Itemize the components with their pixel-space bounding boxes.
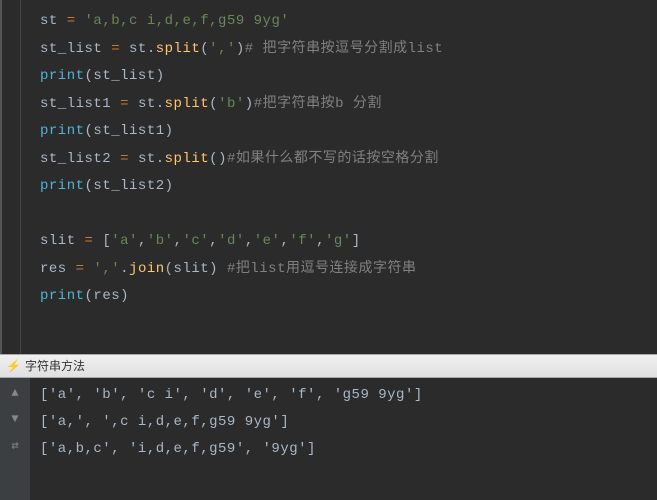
code-token: #把list用逗号连接成字符串 <box>227 261 417 277</box>
lightning-icon: ⚡ <box>6 354 21 378</box>
code-editor[interactable]: st = 'a,b,c i,d,e,f,g59 9yg'st_list = st… <box>0 0 657 354</box>
code-line[interactable]: print(st_list1) <box>10 118 657 146</box>
code-line[interactable]: res = ','.join(slit) #把list用逗号连接成字符串 <box>10 256 657 284</box>
code-line[interactable]: print(res) <box>10 283 657 311</box>
output-line: ['a,b,c', 'i,d,e,f,g59', '9yg'] <box>40 436 647 463</box>
code-token: st_list <box>40 41 111 57</box>
code-token: print <box>40 68 85 84</box>
code-token: #把字符串按b 分割 <box>254 96 382 112</box>
code-token: 'a' <box>111 233 138 249</box>
code-line[interactable]: st = 'a,b,c i,d,e,f,g59 9yg' <box>10 8 657 36</box>
code-line[interactable]: st_list2 = st.split()#如果什么都不写的话按空格分割 <box>10 146 657 174</box>
code-token: st. <box>129 41 156 57</box>
code-token: ( <box>209 96 218 112</box>
run-tab-label[interactable]: 字符串方法 <box>25 354 85 378</box>
code-line[interactable]: print(st_list2) <box>10 173 657 201</box>
code-token: = <box>120 151 138 167</box>
code-token: st_list2 <box>40 151 120 167</box>
code-line[interactable]: st_list1 = st.split('b')#把字符串按b 分割 <box>10 91 657 119</box>
code-token: (st_list2) <box>85 178 174 194</box>
code-token: slit <box>40 233 85 249</box>
code-token: , <box>138 233 147 249</box>
code-token: , <box>316 233 325 249</box>
code-token: (slit) <box>165 261 227 277</box>
code-token: = <box>120 96 138 112</box>
code-token: ) <box>245 96 254 112</box>
code-token: print <box>40 288 85 304</box>
code-line[interactable]: print(st_list) <box>10 63 657 91</box>
code-token: 'e' <box>254 233 281 249</box>
code-token: (st_list1) <box>85 123 174 139</box>
run-tab-bar: ⚡ 字符串方法 <box>0 354 657 378</box>
code-line[interactable]: st_list = st.split(',')# 把字符串按逗号分割成list <box>10 36 657 64</box>
code-token: = <box>67 13 85 29</box>
code-token: . <box>120 261 129 277</box>
code-token: () <box>209 151 227 167</box>
output-panel: ▲ ▼ ⇄ ['a', 'b', 'c i', 'd', 'e', 'f', '… <box>0 378 657 500</box>
code-token: st_list1 <box>40 96 120 112</box>
code-token: print <box>40 178 85 194</box>
code-token: #如果什么都不写的话按空格分割 <box>227 151 439 167</box>
output-line: ['a', 'b', 'c i', 'd', 'e', 'f', 'g59 9y… <box>40 382 647 409</box>
code-token: = <box>85 233 103 249</box>
scroll-up-icon[interactable]: ▲ <box>6 384 24 402</box>
code-line[interactable] <box>10 201 657 229</box>
code-token: 'c' <box>182 233 209 249</box>
code-token: st <box>40 13 67 29</box>
code-token: ( <box>200 41 209 57</box>
code-token: st. <box>138 96 165 112</box>
code-token: 'f' <box>289 233 316 249</box>
code-token: split <box>165 96 210 112</box>
code-token: split <box>165 151 210 167</box>
console-output[interactable]: ['a', 'b', 'c i', 'd', 'e', 'f', 'g59 9y… <box>30 378 657 500</box>
scroll-down-icon[interactable]: ▼ <box>6 410 24 428</box>
code-token: ) <box>236 41 245 57</box>
output-line: ['a,', ',c i,d,e,f,g59 9yg'] <box>40 409 647 436</box>
wrap-icon[interactable]: ⇄ <box>6 436 24 454</box>
code-token: = <box>76 261 94 277</box>
code-token: 'b' <box>147 233 174 249</box>
code-token: join <box>129 261 165 277</box>
code-token: 'b' <box>218 96 245 112</box>
code-token: 'd' <box>218 233 245 249</box>
code-token: (res) <box>85 288 130 304</box>
output-gutter: ▲ ▼ ⇄ <box>0 378 30 500</box>
code-token: 'a,b,c i,d,e,f,g59 9yg' <box>85 13 290 29</box>
code-token: = <box>111 41 129 57</box>
code-line[interactable]: slit = ['a','b','c','d','e','f','g'] <box>10 228 657 256</box>
code-token: 'g' <box>325 233 352 249</box>
code-token: ',' <box>93 261 120 277</box>
code-token: st. <box>138 151 165 167</box>
code-token: split <box>156 41 201 57</box>
code-token: (st_list) <box>85 68 165 84</box>
code-token: res <box>40 261 76 277</box>
code-token: # 把字符串按逗号分割成list <box>245 41 443 57</box>
code-token: , <box>209 233 218 249</box>
code-token: ',' <box>209 41 236 57</box>
code-token: print <box>40 123 85 139</box>
code-token: ] <box>352 233 361 249</box>
code-token: [ <box>102 233 111 249</box>
code-token: , <box>245 233 254 249</box>
